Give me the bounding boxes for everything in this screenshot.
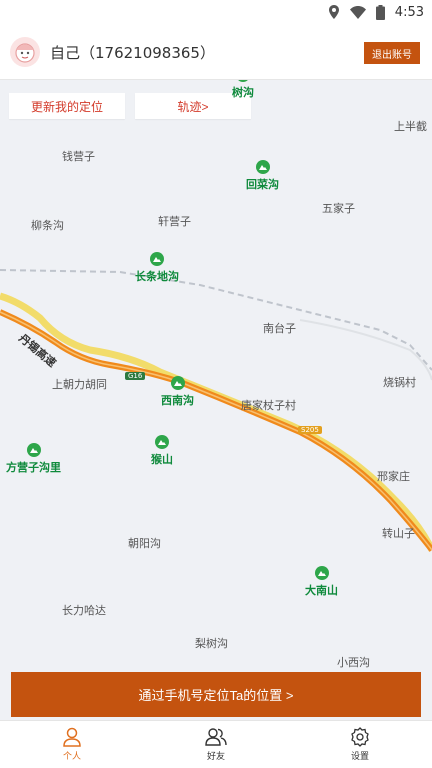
location-icon — [328, 5, 339, 19]
mountain-icon — [150, 252, 164, 266]
page-title: 自己（17621098365） — [50, 44, 215, 62]
railway-line — [0, 269, 432, 371]
place-label: 五家子 — [322, 202, 355, 215]
poi-label: 树沟 — [232, 86, 254, 99]
nav-item-personal[interactable]: 个人 — [0, 721, 144, 768]
gear-icon — [351, 727, 369, 747]
user-location-marker[interactable] — [199, 319, 253, 475]
status-time: 4:53 — [394, 4, 424, 20]
place-label: 钱营子 — [62, 150, 95, 163]
mountain-icon — [26, 443, 41, 457]
place-label: 柳条沟 — [31, 219, 64, 232]
poi-marker[interactable]: 树沟 — [232, 80, 254, 100]
place-label: 烧锅村 — [383, 376, 416, 389]
mountain-icon — [255, 160, 270, 174]
place-label: 上半截 — [394, 120, 427, 133]
wifi-icon — [349, 5, 366, 19]
road-shield: G16 — [125, 372, 146, 380]
poi-label: 猴山 — [151, 453, 173, 466]
poi-label: 方营子沟里 — [6, 461, 61, 474]
place-label: 梨树沟 — [195, 637, 228, 650]
poi-marker[interactable]: 回菜沟 — [246, 160, 279, 192]
mountain-icon — [236, 80, 250, 82]
nav-label: 设置 — [350, 752, 369, 762]
status-icons: 4:53 — [328, 3, 424, 21]
person-icon — [63, 727, 81, 747]
mountain-icon — [155, 435, 169, 449]
avatar[interactable] — [10, 37, 40, 67]
place-label: 上朝力胡同 — [52, 378, 107, 391]
map-view[interactable]: 更新我的定位 轨迹> 钱营子 上半截 柳条沟 轩营子 五家子 南台子 上朝力胡同… — [0, 80, 432, 720]
place-label: 转山子 — [382, 527, 415, 540]
friends-icon — [205, 728, 227, 746]
place-label: 朝阳沟 — [128, 537, 161, 550]
place-label: 长力哈达 — [62, 604, 106, 617]
poi-marker[interactable]: 大南山 — [305, 566, 338, 598]
place-label: 南台子 — [263, 322, 296, 335]
mountain-icon — [314, 566, 329, 580]
header: 自己（17621098365） 退出账号 — [0, 24, 432, 80]
bottom-nav: 个人 好友 设置 — [0, 720, 432, 768]
poi-marker[interactable]: 西南沟 — [161, 376, 194, 408]
nav-item-friends[interactable]: 好友 — [144, 721, 288, 768]
location-pin-icon — [199, 319, 253, 391]
road-shield: S205 — [298, 426, 322, 434]
place-label: 轩营子 — [158, 215, 191, 228]
poi-label: 长条地沟 — [135, 270, 179, 283]
place-label: 小西沟 — [337, 656, 370, 669]
status-bar: 4:53 — [0, 0, 432, 24]
poi-label: 西南沟 — [161, 394, 194, 407]
nav-label: 好友 — [206, 752, 225, 762]
poi-marker[interactable]: 猴山 — [151, 435, 173, 467]
place-label: 邢家庄 — [377, 470, 410, 483]
poi-label: 大南山 — [305, 584, 338, 597]
nav-label: 个人 — [62, 752, 81, 762]
mountain-icon — [170, 376, 185, 390]
minor-road — [299, 319, 432, 381]
poi-marker[interactable]: 长条地沟 — [135, 252, 179, 284]
locate-by-phone-button[interactable]: 通过手机号定位Ta的位置 > — [11, 672, 421, 717]
update-location-button[interactable]: 更新我的定位 — [9, 93, 125, 119]
poi-label: 回菜沟 — [246, 178, 279, 191]
nav-item-settings[interactable]: 设置 — [288, 721, 432, 768]
avatar-face-icon — [15, 43, 35, 63]
battery-icon — [375, 4, 385, 20]
logout-button[interactable]: 退出账号 — [364, 42, 420, 64]
poi-marker[interactable]: 方营子沟里 — [6, 443, 61, 475]
